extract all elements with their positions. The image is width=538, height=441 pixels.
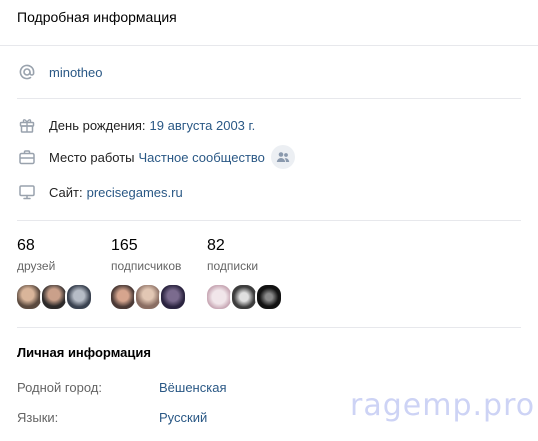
languages-row: Языки: Русский: [17, 410, 207, 425]
work-row: Место работы Частное сообщество: [17, 145, 295, 169]
subscriptions-counter[interactable]: 82 подписки: [207, 236, 258, 274]
site-row: Сайт: precisegames.ru: [17, 182, 183, 202]
followers-avatars: [109, 283, 187, 311]
at-sign-icon: [17, 62, 37, 82]
avatar[interactable]: [205, 283, 233, 311]
username-row: minotheo: [17, 62, 102, 82]
avatar[interactable]: [159, 283, 187, 311]
profile-details-panel: Подробная информация minotheo День рожде…: [0, 0, 538, 441]
followers-count: 165: [111, 237, 138, 254]
avatar[interactable]: [134, 283, 162, 311]
site-label: Сайт:: [49, 184, 83, 200]
divider: [17, 98, 521, 99]
hometown-link[interactable]: Вёшенская: [159, 380, 226, 395]
avatar[interactable]: [15, 283, 43, 311]
panel-header: Подробная информация: [0, 0, 538, 46]
birthday-label: День рождения:: [49, 117, 146, 133]
gift-icon: [17, 115, 37, 135]
birthday-value-link[interactable]: 19 августа 2003 г.: [150, 118, 256, 133]
friends-avatars: [15, 283, 93, 311]
personal-info-title: Личная информация: [17, 345, 151, 360]
hometown-label: Родной город:: [17, 380, 102, 395]
subscriptions-caption: подписки: [207, 259, 259, 273]
community-icon[interactable]: [270, 145, 295, 169]
followers-caption: подписчиков: [111, 259, 182, 273]
subscriptions-count: 82: [207, 237, 225, 254]
subscriptions-avatars: [205, 283, 283, 311]
languages-label: Языки:: [17, 410, 59, 425]
site-link[interactable]: precisegames.ru: [87, 185, 183, 200]
languages-link[interactable]: Русский: [159, 410, 207, 425]
hometown-row: Родной город: Вёшенская: [17, 380, 226, 395]
avatar[interactable]: [230, 283, 258, 311]
avatar[interactable]: [40, 283, 68, 311]
username-link[interactable]: minotheo: [49, 65, 102, 80]
avatar[interactable]: [109, 283, 137, 311]
panel-title: Подробная информация: [17, 9, 177, 25]
friends-caption: друзей: [17, 259, 56, 273]
work-value-link[interactable]: Частное сообщество: [139, 150, 265, 165]
briefcase-icon: [17, 147, 37, 167]
watermark: ragemp.pro: [350, 388, 536, 423]
avatar[interactable]: [65, 283, 93, 311]
friends-count: 68: [17, 237, 35, 254]
birthday-row: День рождения: 19 августа 2003 г.: [17, 115, 255, 135]
followers-counter[interactable]: 165 подписчиков: [111, 236, 181, 274]
monitor-icon: [17, 182, 37, 202]
divider: [17, 327, 521, 328]
avatar[interactable]: [255, 283, 283, 311]
work-label: Место работы: [49, 149, 135, 165]
divider: [17, 220, 521, 221]
friends-counter[interactable]: 68 друзей: [17, 236, 55, 274]
